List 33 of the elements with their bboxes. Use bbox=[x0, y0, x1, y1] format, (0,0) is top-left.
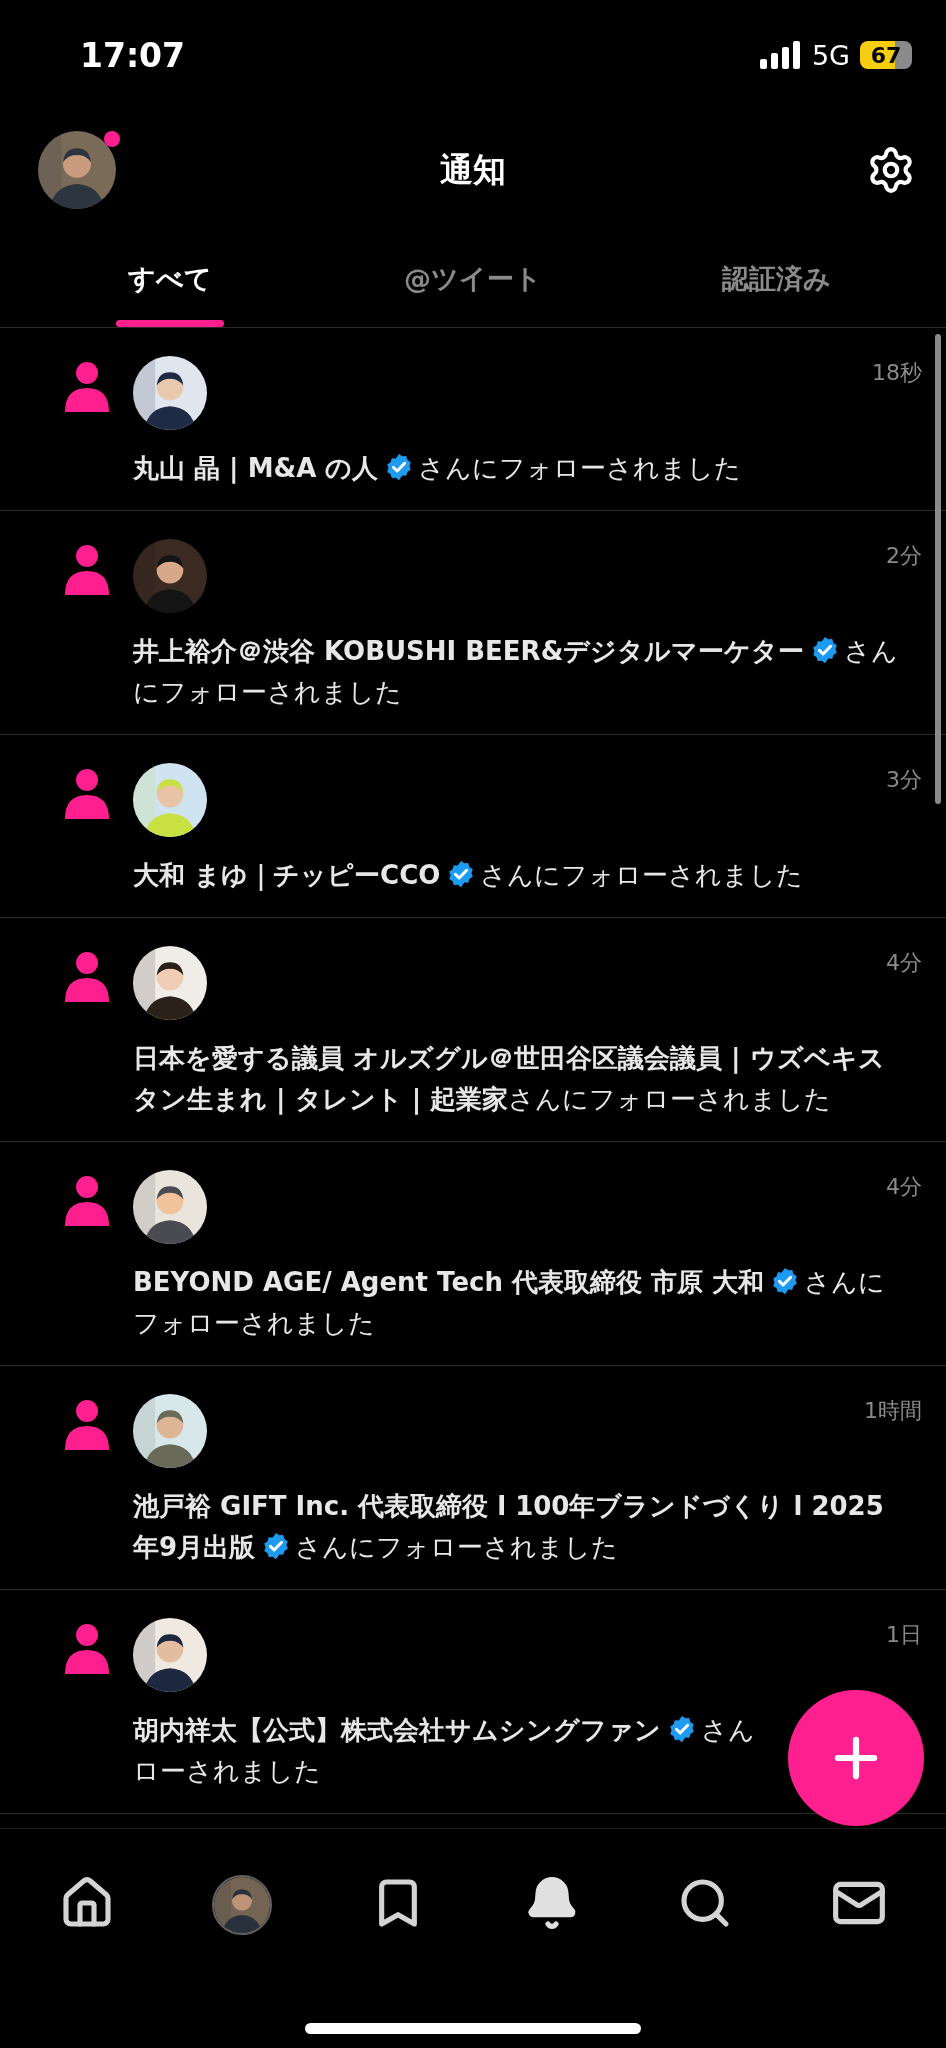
person-icon bbox=[65, 1176, 109, 1226]
timestamp: 3分 bbox=[886, 766, 922, 794]
notification-text: 大和 まゆ｜チッピーCCO さんにフォローされました bbox=[133, 858, 805, 893]
notification-row[interactable]: 4分 日本を愛する議員 オルズグル＠世田谷区議会議員 | ウズベキスタン生まれ | タレント | 起業家さんにフォローされました bbox=[0, 918, 946, 1142]
notification-row[interactable]: 3分 大和 まゆ｜チッピーCCO さんにフォローされました bbox=[0, 735, 946, 918]
timestamp: 18秒 bbox=[872, 359, 922, 387]
timestamp: 1時間 bbox=[864, 1397, 922, 1425]
notification-text: 池戸裕 GIFT Inc. 代表取締役 l 100年ブランドづくり l 2025年9月出版 さんにフォローされました bbox=[133, 1490, 885, 1564]
tab[interactable]: @ツイート bbox=[321, 230, 625, 327]
timestamp: 1日 bbox=[886, 1621, 922, 1649]
person-icon bbox=[65, 362, 109, 412]
tab[interactable]: 認証済み bbox=[624, 230, 928, 327]
scrollbar[interactable] bbox=[935, 334, 941, 804]
timestamp: 4分 bbox=[886, 1173, 922, 1201]
battery-level: 67 bbox=[860, 41, 912, 69]
notification-text: BEYOND AGE/ Agent Tech 代表取締役 市原 大和 さんにフォローされました bbox=[133, 1265, 887, 1340]
person-icon bbox=[65, 545, 109, 595]
tab[interactable]: すべて bbox=[18, 230, 322, 327]
page-title: 通知 bbox=[440, 148, 506, 191]
network-label: 5G bbox=[811, 39, 850, 71]
person-icon bbox=[65, 952, 109, 1002]
person-icon bbox=[65, 1624, 109, 1674]
notification-row[interactable]: 4分 BEYOND AGE/ Agent Tech 代表取締役 市原 大和 さんにフォローされました bbox=[0, 1142, 946, 1366]
signal-icon bbox=[759, 41, 802, 69]
timestamp: 2分 bbox=[886, 542, 922, 570]
notification-text: 日本を愛する議員 オルズグル＠世田谷区議会議員 | ウズベキスタン生まれ | タレント | 起業家さんにフォローされました bbox=[133, 1042, 886, 1117]
notification-text: 丸山 晶 | M&A の人 さんにフォローされました bbox=[133, 451, 743, 486]
timestamp: 4分 bbox=[886, 949, 922, 977]
notification-text: 井上裕介＠渋谷 KOBUSHI BEER&デジタルマーケター さんにフォローされました bbox=[133, 634, 900, 709]
notification-row[interactable]: 1時間 池戸裕 GIFT Inc. 代表取締役 l 100年ブランドづくり l 2025年9月出版 さんにフォローされました bbox=[0, 1366, 946, 1590]
person-icon bbox=[65, 1400, 109, 1450]
status-time: 17:07 bbox=[80, 35, 186, 75]
person-icon bbox=[65, 769, 109, 819]
